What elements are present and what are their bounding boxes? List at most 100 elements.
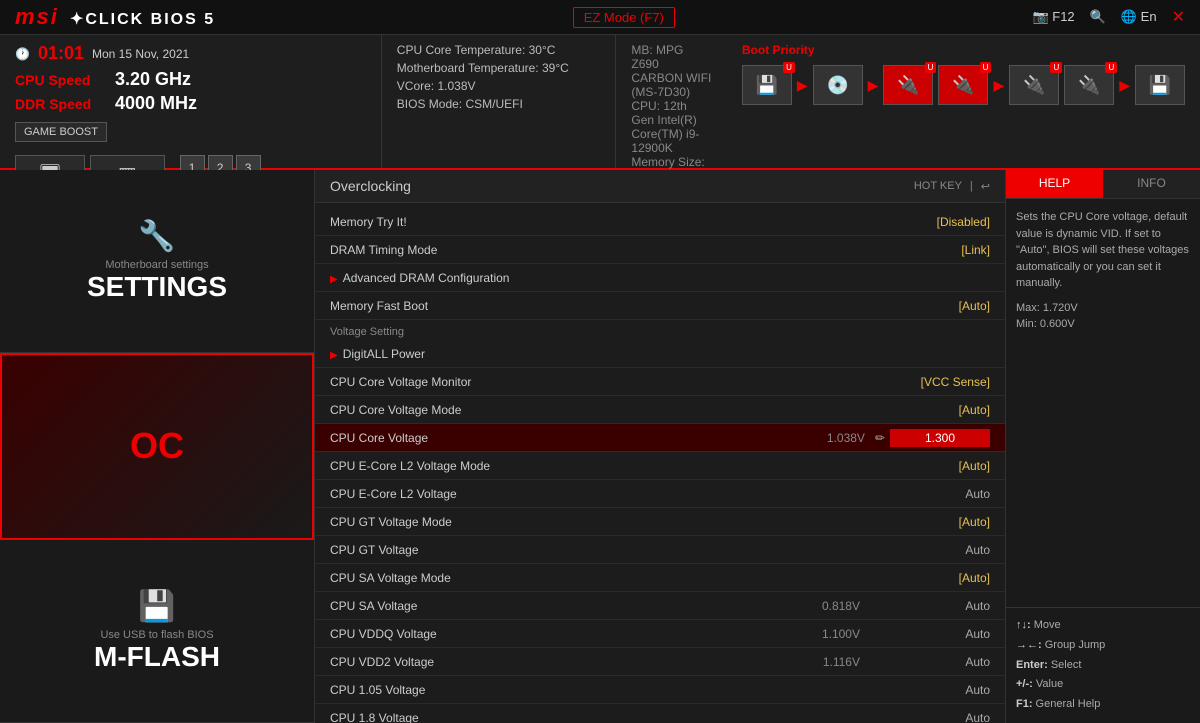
- mflash-icon: 💾: [138, 589, 175, 624]
- setting-cpu-core-voltage-monitor[interactable]: CPU Core Voltage Monitor [VCC Sense]: [315, 368, 1005, 396]
- setting-name-cpu-core-mode: CPU Core Voltage Mode: [330, 403, 870, 417]
- key-enter: Enter: Select: [1016, 656, 1190, 676]
- tab-help[interactable]: HELP: [1006, 170, 1103, 198]
- setting-cpu-ecore-l2-mode[interactable]: CPU E-Core L2 Voltage Mode [Auto]: [315, 452, 1005, 480]
- search-button[interactable]: 🔍: [1090, 9, 1106, 25]
- setting-value-memory-fast-boot: [Auto]: [870, 299, 990, 313]
- content-header: Overclocking HOT KEY | ↩: [315, 170, 1005, 203]
- key-f1-symbol: F1:: [1016, 698, 1033, 710]
- sidebar-item-oc[interactable]: OC: [0, 353, 314, 539]
- key-enter-symbol: Enter:: [1016, 659, 1048, 671]
- key-group-jump: →←: Group Jump: [1016, 636, 1190, 656]
- setting-cpu-18[interactable]: CPU 1.8 Voltage Auto: [315, 704, 1005, 723]
- setting-digitall-power[interactable]: DigitALL Power: [315, 340, 1005, 368]
- setting-name-advanced-dram: Advanced DRAM Configuration: [330, 271, 990, 285]
- hotkey-separator: |: [970, 180, 973, 192]
- setting-name-105: CPU 1.05 Voltage: [330, 683, 870, 697]
- setting-value-sa: Auto: [870, 599, 990, 613]
- close-button[interactable]: ✕: [1172, 7, 1185, 27]
- tab-info[interactable]: INFO: [1103, 170, 1200, 198]
- setting-value-memory-try-it: [Disabled]: [870, 215, 990, 229]
- setting-name-18: CPU 1.8 Voltage: [330, 711, 870, 723]
- back-button[interactable]: ↩: [981, 180, 990, 193]
- top-bar: msi ✦CLICK BIOS 5 EZ Mode (F7) 📷 F12 🔍 🌐…: [0, 0, 1200, 35]
- content-title: Overclocking: [330, 178, 411, 194]
- setting-value-105: Auto: [870, 683, 990, 697]
- content-area: Overclocking HOT KEY | ↩ Memory Try It! …: [315, 170, 1005, 723]
- cpu-core-voltage-input[interactable]: [890, 429, 990, 447]
- setting-memory-fast-boot[interactable]: Memory Fast Boot [Auto]: [315, 292, 1005, 320]
- hotkey-area: HOT KEY | ↩: [914, 180, 990, 193]
- boot-device-4[interactable]: 🔌U: [938, 65, 988, 105]
- help-max: Max: 1.720V Min: 0.600V: [1016, 300, 1190, 333]
- setting-memory-try-it[interactable]: Memory Try It! [Disabled]: [315, 208, 1005, 236]
- vcore: VCore: 1.038V: [397, 79, 601, 93]
- setting-name-gt-mode: CPU GT Voltage Mode: [330, 515, 870, 529]
- setting-value-ecore-l2: Auto: [870, 487, 990, 501]
- setting-value-ecore-l2-mode: [Auto]: [870, 459, 990, 473]
- time-display: 🕐 01:01 Mon 15 Nov, 2021: [15, 43, 366, 64]
- setting-cpu-ecore-l2[interactable]: CPU E-Core L2 Voltage Auto: [315, 480, 1005, 508]
- voltage-section-label: Voltage Setting: [315, 320, 1005, 340]
- boot-arrow-1: ▶: [797, 77, 808, 94]
- setting-current-cpu-core-voltage: 1.038V: [785, 431, 865, 445]
- ez-mode-button[interactable]: EZ Mode (F7): [573, 7, 675, 28]
- boot-device-5[interactable]: 🔌U: [1009, 65, 1059, 105]
- setting-dram-timing[interactable]: DRAM Timing Mode [Link]: [315, 236, 1005, 264]
- language-button[interactable]: 🌐 En: [1121, 9, 1157, 25]
- top-bar-controls: 📷 F12 🔍 🌐 En ✕: [1032, 7, 1185, 27]
- setting-cpu-vdd2[interactable]: CPU VDD2 Voltage 1.116V Auto: [315, 648, 1005, 676]
- boot-device-7[interactable]: 💾: [1135, 65, 1185, 105]
- screenshot-button[interactable]: 📷 F12: [1032, 9, 1074, 25]
- setting-name-cpu-core-monitor: CPU Core Voltage Monitor: [330, 375, 870, 389]
- boot-priority-panel: Boot Priority 💾U ▶ 💿 ▶ 🔌U 🔌U ▶ 🔌U 🔌U ▶ 💾: [727, 35, 1200, 168]
- setting-cpu-core-voltage-mode[interactable]: CPU Core Voltage Mode [Auto]: [315, 396, 1005, 424]
- bios-mode: BIOS Mode: CSM/UEFI: [397, 97, 601, 111]
- setting-current-vdd2: 1.116V: [780, 655, 860, 669]
- setting-cpu-105[interactable]: CPU 1.05 Voltage Auto: [315, 676, 1005, 704]
- setting-cpu-sa[interactable]: CPU SA Voltage 0.818V Auto: [315, 592, 1005, 620]
- setting-name-memory-try-it: Memory Try It!: [330, 215, 870, 229]
- key-f1: F1: General Help: [1016, 695, 1190, 715]
- settings-sub: Motherboard settings: [105, 259, 208, 271]
- boot-device-6[interactable]: 🔌U: [1064, 65, 1114, 105]
- setting-value-cpu-core-monitor: [VCC Sense]: [870, 375, 990, 389]
- setting-name-digitall: DigitALL Power: [330, 347, 990, 361]
- ddr-speed-label: DDR Speed: [15, 96, 105, 112]
- setting-cpu-gt-mode[interactable]: CPU GT Voltage Mode [Auto]: [315, 508, 1005, 536]
- boot-arrow-2: ▶: [868, 77, 879, 94]
- setting-cpu-gt[interactable]: CPU GT Voltage Auto: [315, 536, 1005, 564]
- setting-value-vdd2: Auto: [870, 655, 990, 669]
- cpu-model: CPU: 12th Gen Intel(R) Core(TM) i9-12900…: [631, 99, 711, 155]
- setting-current-sa: 0.818V: [780, 599, 860, 613]
- boot-arrow-3: ▶: [993, 77, 1004, 94]
- help-panel: HELP INFO Sets the CPU Core voltage, def…: [1005, 170, 1200, 723]
- mflash-sub: Use USB to flash BIOS: [100, 629, 213, 641]
- setting-current-vddq: 1.100V: [780, 627, 860, 641]
- logo: msi ✦CLICK BIOS 5: [15, 4, 215, 30]
- boot-device-1[interactable]: 💾U: [742, 65, 792, 105]
- setting-value-dram-timing: [Link]: [870, 243, 990, 257]
- sidebar-item-mflash[interactable]: 💾 Use USB to flash BIOS M-FLASH: [0, 540, 314, 723]
- setting-cpu-core-voltage[interactable]: CPU Core Voltage 1.038V ✏: [315, 424, 1005, 452]
- setting-cpu-sa-mode[interactable]: CPU SA Voltage Mode [Auto]: [315, 564, 1005, 592]
- setting-value-gt: Auto: [870, 543, 990, 557]
- boot-device-3[interactable]: 🔌U: [883, 65, 933, 105]
- setting-advanced-dram[interactable]: Advanced DRAM Configuration: [315, 264, 1005, 292]
- setting-name-sa-mode: CPU SA Voltage Mode: [330, 571, 870, 585]
- stats-bar: 🕐 01:01 Mon 15 Nov, 2021 CPU Speed 3.20 …: [0, 35, 1200, 170]
- setting-name-ecore-l2: CPU E-Core L2 Voltage: [330, 487, 870, 501]
- ddr-speed-value: 4000 MHz: [115, 93, 197, 114]
- msi-text: msi: [15, 4, 59, 29]
- game-boost-button[interactable]: GAME BOOST: [15, 122, 107, 142]
- main-area: 🔧 Motherboard settings SETTINGS OC 💾 Use…: [0, 170, 1200, 723]
- mb-model: MB: MPG Z690 CARBON WIFI (MS-7D30): [631, 43, 711, 99]
- time-value: 01:01: [38, 43, 84, 64]
- boot-devices: 💾U ▶ 💿 ▶ 🔌U 🔌U ▶ 🔌U 🔌U ▶ 💾: [742, 65, 1185, 105]
- setting-cpu-vddq[interactable]: CPU VDDQ Voltage 1.100V Auto: [315, 620, 1005, 648]
- sidebar-item-settings[interactable]: 🔧 Motherboard settings SETTINGS: [0, 170, 314, 353]
- mb-temp: Motherboard Temperature: 39°C: [397, 61, 601, 75]
- boot-device-2[interactable]: 💿: [813, 65, 863, 105]
- stats-right: MB: MPG Z690 CARBON WIFI (MS-7D30) CPU: …: [616, 35, 726, 168]
- bios-title: ✦CLICK BIOS 5: [70, 11, 215, 28]
